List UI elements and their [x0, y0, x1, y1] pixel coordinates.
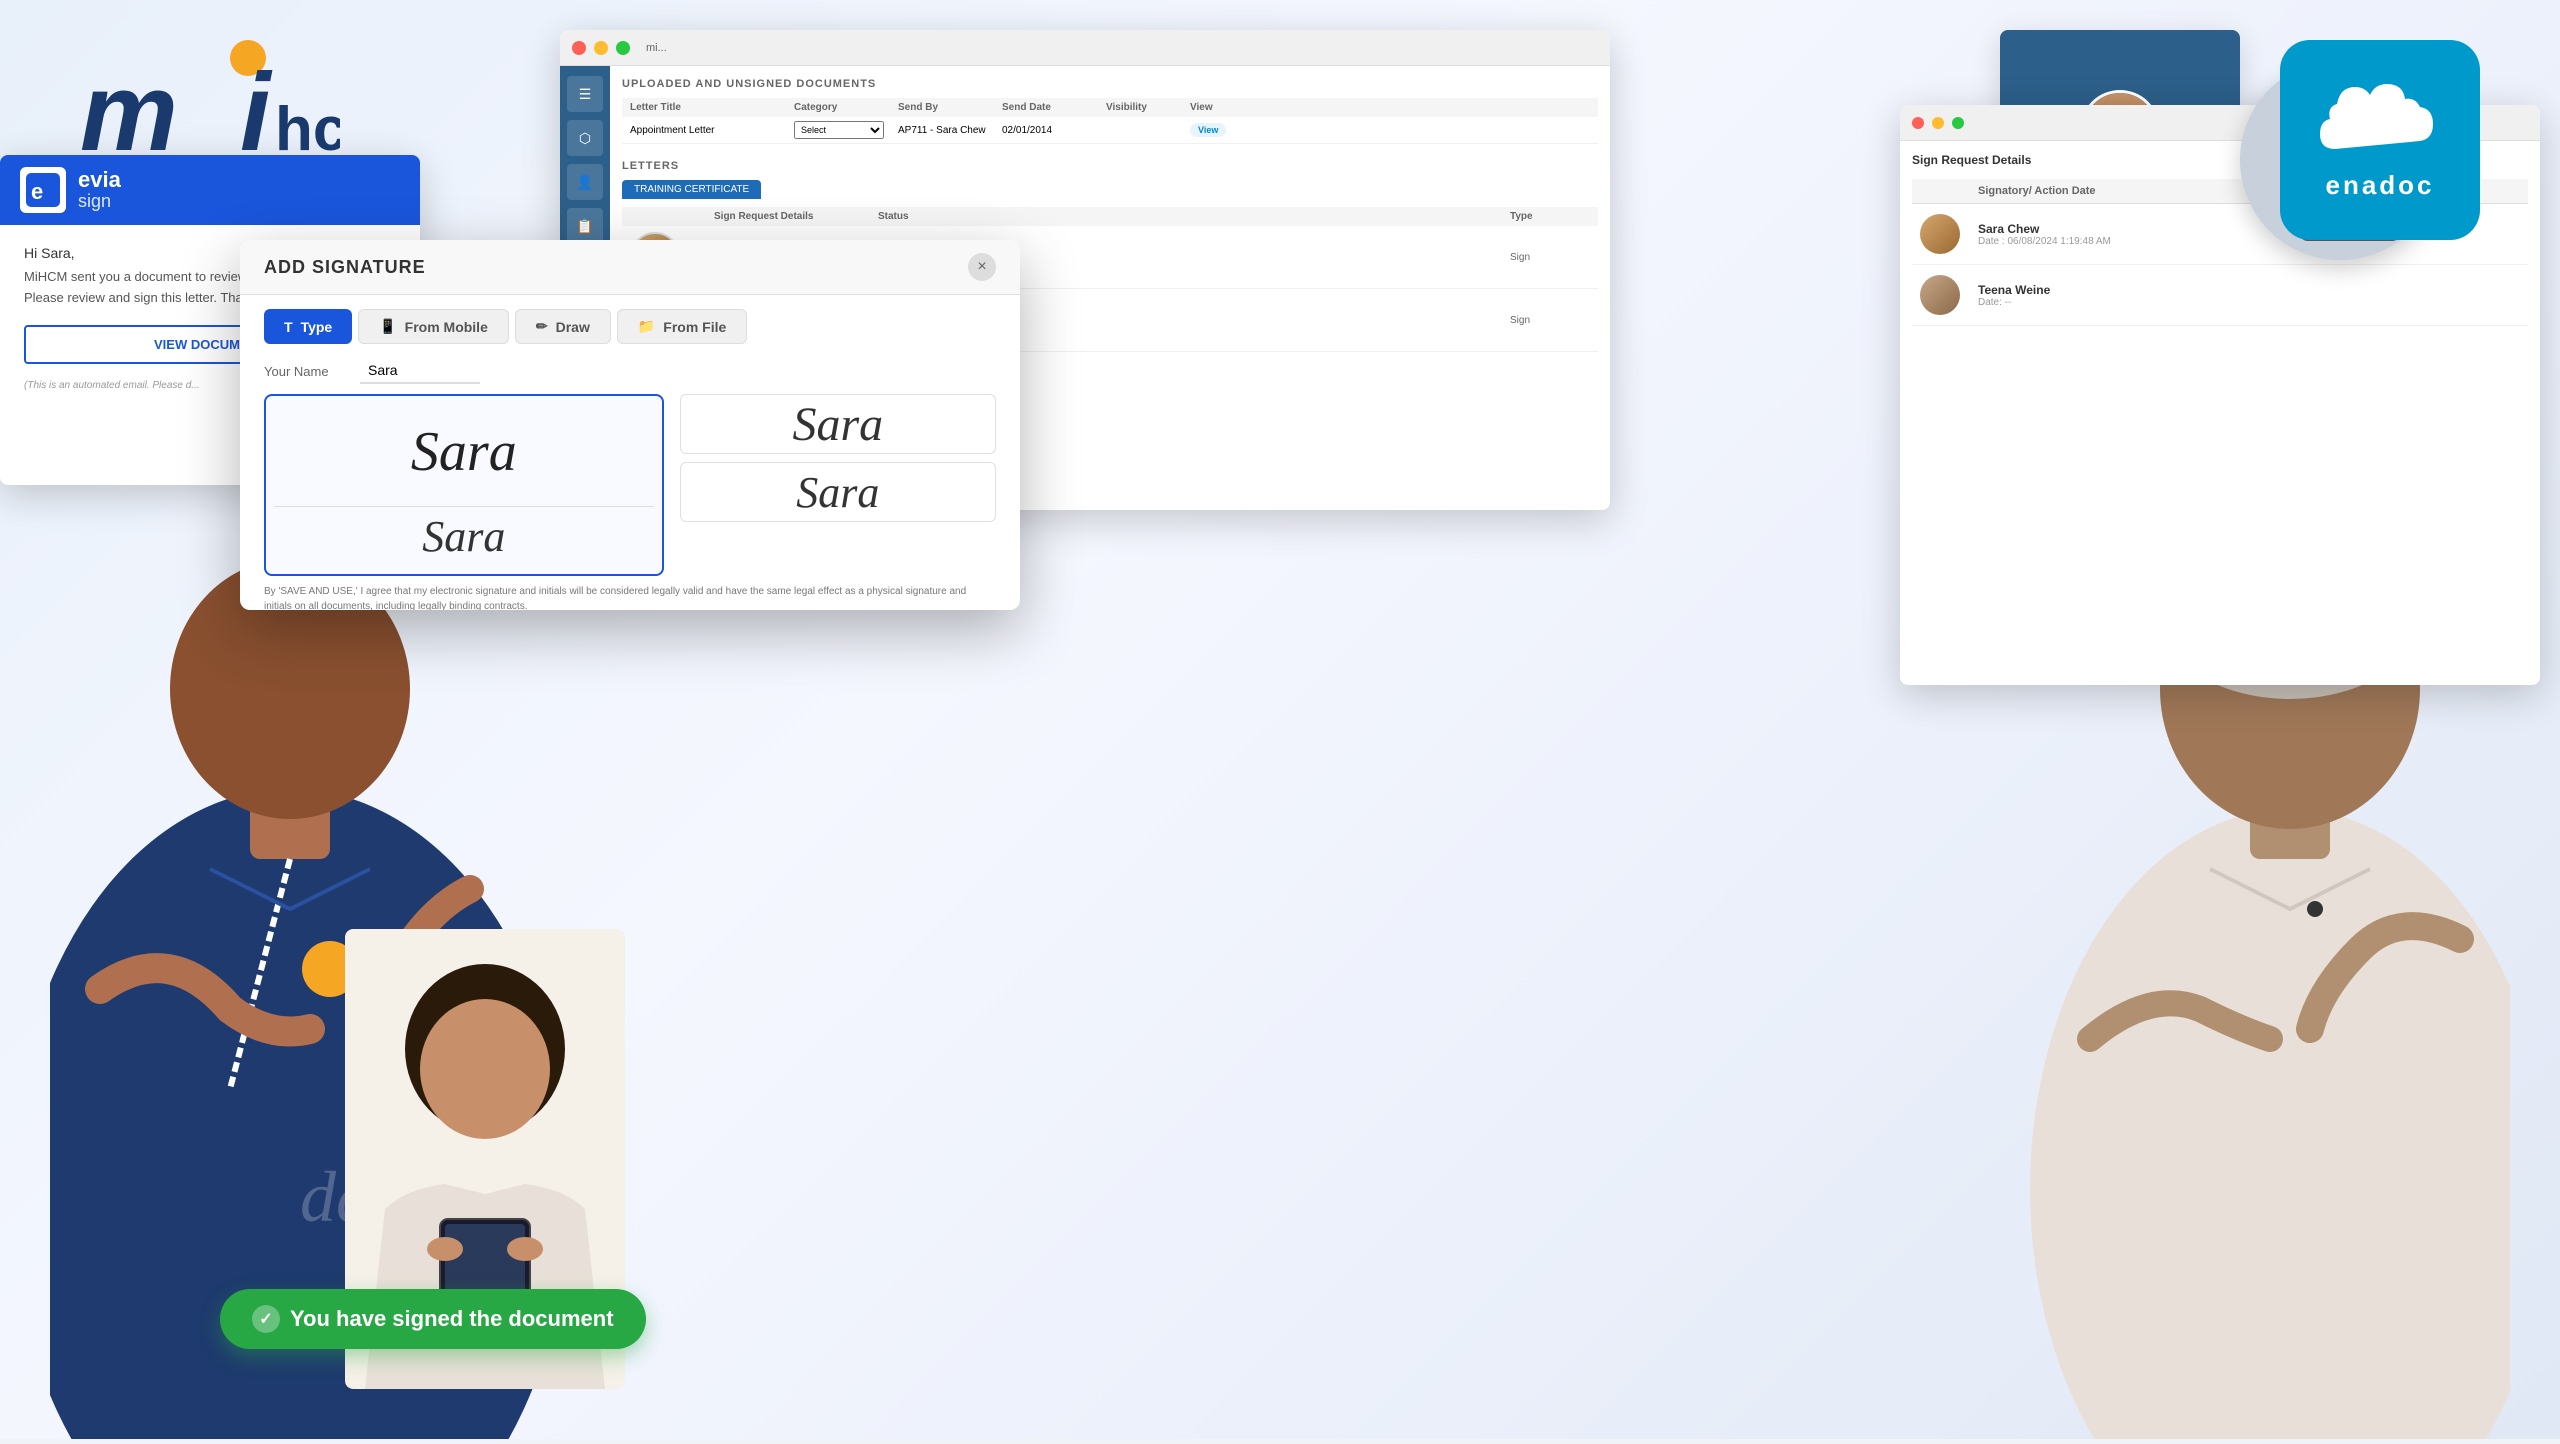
col-avatar-header — [1920, 185, 1970, 197]
signatory-avatar-sara — [1920, 214, 1960, 254]
name-input[interactable] — [360, 358, 480, 384]
sig-right-1[interactable]: Sara — [680, 394, 996, 454]
col-letter-title: Letter Title — [630, 102, 790, 113]
close-btn[interactable] — [1912, 117, 1924, 129]
col-img — [630, 211, 710, 222]
enadoc-label: enadoc — [2325, 170, 2434, 201]
signatory-info-teena: Teena Weine Date: -- — [1978, 283, 2392, 308]
category-select[interactable]: Select — [794, 121, 884, 139]
tab-from-mobile[interactable]: 📱 From Mobile — [358, 309, 509, 344]
enadoc-logo: enadoc — [2280, 40, 2480, 240]
col-send-by: Send By — [898, 102, 998, 113]
svg-text:m: m — [80, 51, 178, 170]
uploaded-docs-title: UPLOADED AND UNSIGNED DOCUMENTS — [622, 78, 1598, 90]
type-label: Type — [301, 319, 333, 335]
mobile-label: From Mobile — [405, 319, 488, 335]
sig-cursive-1: Sara — [274, 404, 654, 500]
doc-view-btn[interactable]: View — [1190, 125, 1250, 136]
col-type: Sign Request Details — [714, 211, 874, 222]
sig-cursive-2: Sara — [274, 506, 654, 566]
draw-label: Draw — [556, 319, 590, 335]
tab-from-file[interactable]: 📁 From File — [617, 309, 747, 344]
titlebar: mi... — [560, 30, 1610, 66]
col-visibility: Visibility — [1106, 102, 1186, 113]
col-category: Category — [794, 102, 894, 113]
sign-type-2: Sign — [1510, 315, 1590, 326]
docs-table-header: Letter Title Category Send By Send Date … — [622, 98, 1598, 117]
eviasign-logo-box: e — [20, 167, 66, 213]
sidebar-icon-2[interactable]: ⬡ — [567, 120, 603, 156]
signature-option-selected[interactable]: Sara Sara — [264, 394, 664, 576]
mihcm-logo: m i hcm — [80, 40, 340, 170]
max-btn[interactable] — [1952, 117, 1964, 129]
check-circle-icon: ✓ — [252, 1305, 280, 1333]
col-type-header: Type — [1510, 211, 1590, 222]
name-row: Your Name — [240, 358, 1020, 394]
file-label: From File — [663, 319, 726, 335]
tab-training-cert[interactable]: TRAINING CERTIFICATE — [622, 180, 761, 199]
min-btn[interactable] — [1932, 117, 1944, 129]
modal-close-button[interactable]: × — [968, 253, 996, 281]
svg-text:e: e — [31, 179, 43, 204]
close-dot — [572, 41, 586, 55]
file-icon: 📁 — [638, 318, 655, 335]
signatures-area: Sara Sara Sara Sara — [240, 394, 1020, 576]
teena-date: Date: -- — [1978, 297, 2392, 308]
type-icon: T — [284, 319, 293, 335]
success-notification: ✓ You have signed the document — [220, 1289, 646, 1349]
signature-options-right: Sara Sara — [680, 394, 996, 576]
col-view: View — [1190, 102, 1250, 113]
success-message: You have signed the document — [290, 1306, 614, 1332]
sig-right-2[interactable]: Sara — [680, 462, 996, 522]
sidebar-icon-3[interactable]: 👤 — [567, 164, 603, 200]
sidebar-icon-1[interactable]: ☰ — [567, 76, 603, 112]
maximize-dot — [616, 41, 630, 55]
evia-text: evia — [78, 169, 121, 191]
name-label: Your Name — [264, 364, 344, 379]
doc-send-date: 02/01/2014 — [1002, 125, 1102, 136]
add-signature-modal: ADD SIGNATURE × T Type 📱 From Mobile ✏ D… — [240, 240, 1020, 610]
tab-type[interactable]: T Type — [264, 309, 352, 344]
draw-icon: ✏ — [536, 318, 548, 335]
sign-table-header: Sign Request Details Status Type — [622, 207, 1598, 226]
svg-text:hcm: hcm — [275, 95, 340, 164]
doc-category: Select — [794, 121, 894, 139]
signature-tabs: T Type 📱 From Mobile ✏ Draw 📁 From File — [240, 295, 1020, 358]
teena-name: Teena Weine — [1978, 283, 2392, 297]
modal-header: ADD SIGNATURE × — [240, 240, 1020, 295]
checkmark-icon: ✓ — [259, 1309, 272, 1329]
letters-title: LETTERS — [622, 160, 1598, 172]
minimize-dot — [594, 41, 608, 55]
modal-title: ADD SIGNATURE — [264, 257, 426, 278]
doc-row-1: Appointment Letter Select AP711 - Sara C… — [622, 117, 1598, 144]
col-send-date: Send Date — [1002, 102, 1102, 113]
doc-title: Appointment Letter — [630, 125, 790, 136]
col-status-header: Status — [878, 211, 1506, 222]
mobile-icon: 📱 — [379, 318, 396, 335]
letters-tabs: TRAINING CERTIFICATE — [622, 180, 1598, 199]
sidebar-icon-4[interactable]: 📋 — [567, 208, 603, 244]
signatory-avatar-teena — [1920, 275, 1960, 315]
doc-send-by: AP711 - Sara Chew — [898, 125, 998, 136]
consent-text: By 'SAVE AND USE,' I agree that my elect… — [240, 576, 1020, 610]
signatory-row-2: Teena Weine Date: -- — [1912, 265, 2528, 326]
svg-text:i: i — [240, 51, 273, 170]
sign-type-1: Sign — [1510, 252, 1590, 263]
tab-draw[interactable]: ✏ Draw — [515, 309, 611, 344]
window-url: mi... — [646, 42, 667, 54]
sign-text: sign — [78, 191, 121, 212]
eviasign-brand: evia sign — [78, 169, 121, 212]
